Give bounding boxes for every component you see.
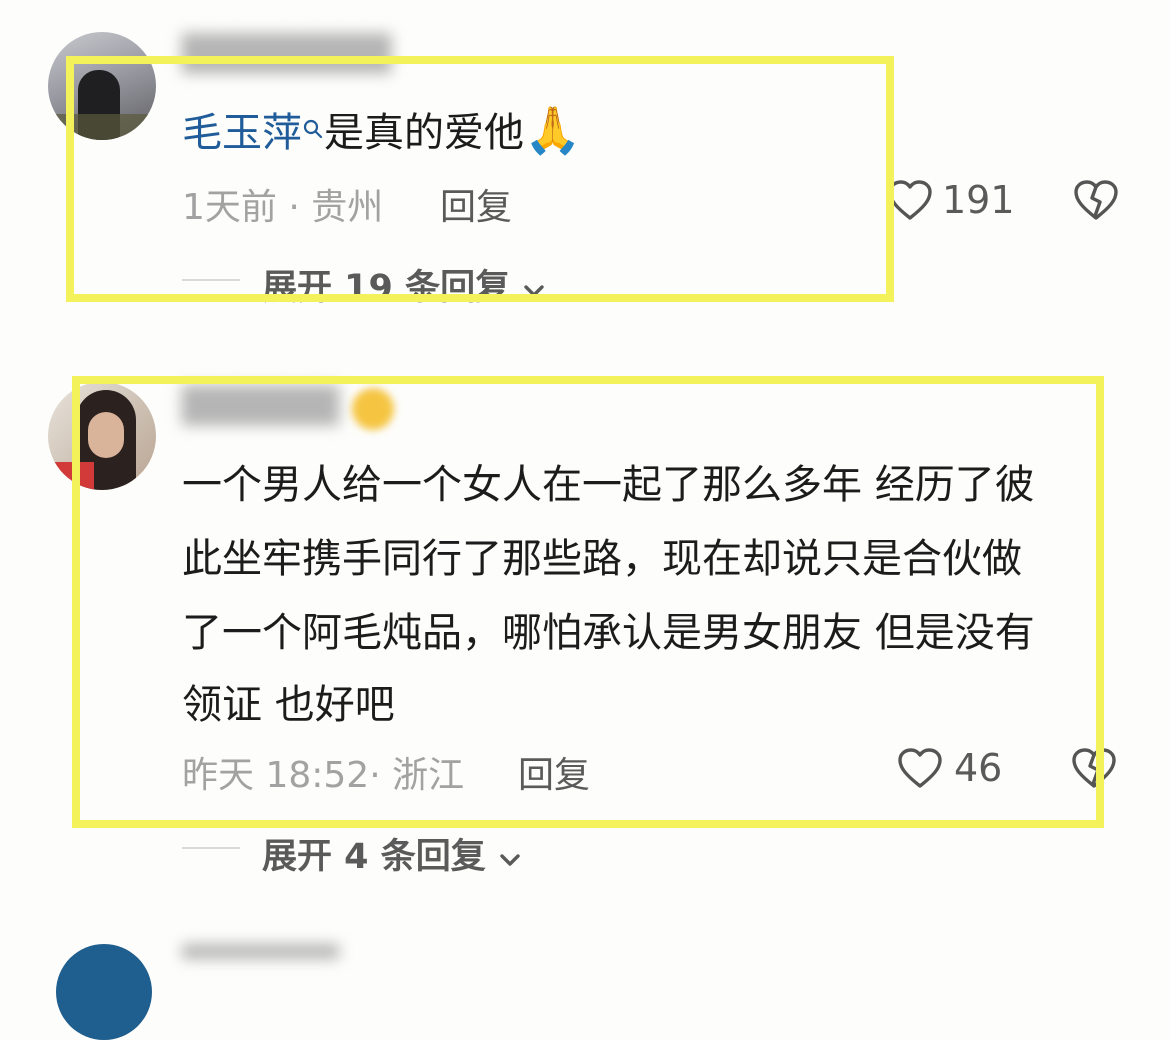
comment-line: 领证 也好吧 [182,682,395,728]
expand-replies-button[interactable]: 展开 19 条回复 [262,259,546,310]
avatar[interactable] [48,382,156,490]
expand-replies-button[interactable]: 展开 4 条回复 [262,828,522,879]
comment-text: 毛玉萍 是真的爱他🙏 [182,100,581,158]
comment-line: 一个男人给一个女人在一起了那么多年 经历了彼 [182,462,1035,508]
pray-emoji: 🙏 [524,103,582,157]
comment-body: 是真的爱他 [324,110,524,156]
heart-icon[interactable] [886,178,934,222]
like-count: 46 [954,746,1003,790]
dislike-icon[interactable] [1070,746,1118,790]
username-blurred[interactable]: ██████ [182,944,339,959]
search-icon[interactable] [302,104,324,150]
reply-button[interactable]: 回复 [440,178,512,230]
expand-divider [182,279,240,281]
expand-replies-label: 展开 19 条回复 [262,268,511,308]
dislike-icon[interactable] [1072,178,1120,222]
username-blurred[interactable]: ██████ [182,386,339,426]
avatar[interactable] [56,944,152,1040]
chevron-down-icon [522,269,546,309]
heart-icon[interactable] [896,746,944,790]
comment-time-location: 1天前 · 贵州 [182,187,384,228]
sun-badge-icon [352,388,394,430]
avatar[interactable] [48,32,156,140]
chevron-down-icon [498,838,522,878]
like-count: 191 [942,178,1015,222]
comment-time-location: 昨天 18:52· 浙江 [182,755,465,796]
expand-replies-label: 展开 4 条回复 [262,837,486,877]
username-blurred[interactable]: ████████ [182,34,391,74]
comment-line: 此坐牢携手同行了那些路，现在却说只是合伙做 [182,536,1022,582]
reply-button[interactable]: 回复 [518,746,590,798]
mention-link[interactable]: 毛玉萍 [182,110,302,156]
expand-divider [182,847,240,849]
comment-line: 了一个阿毛炖品，哪怕承认是男女朋友 但是没有 [182,610,1035,656]
